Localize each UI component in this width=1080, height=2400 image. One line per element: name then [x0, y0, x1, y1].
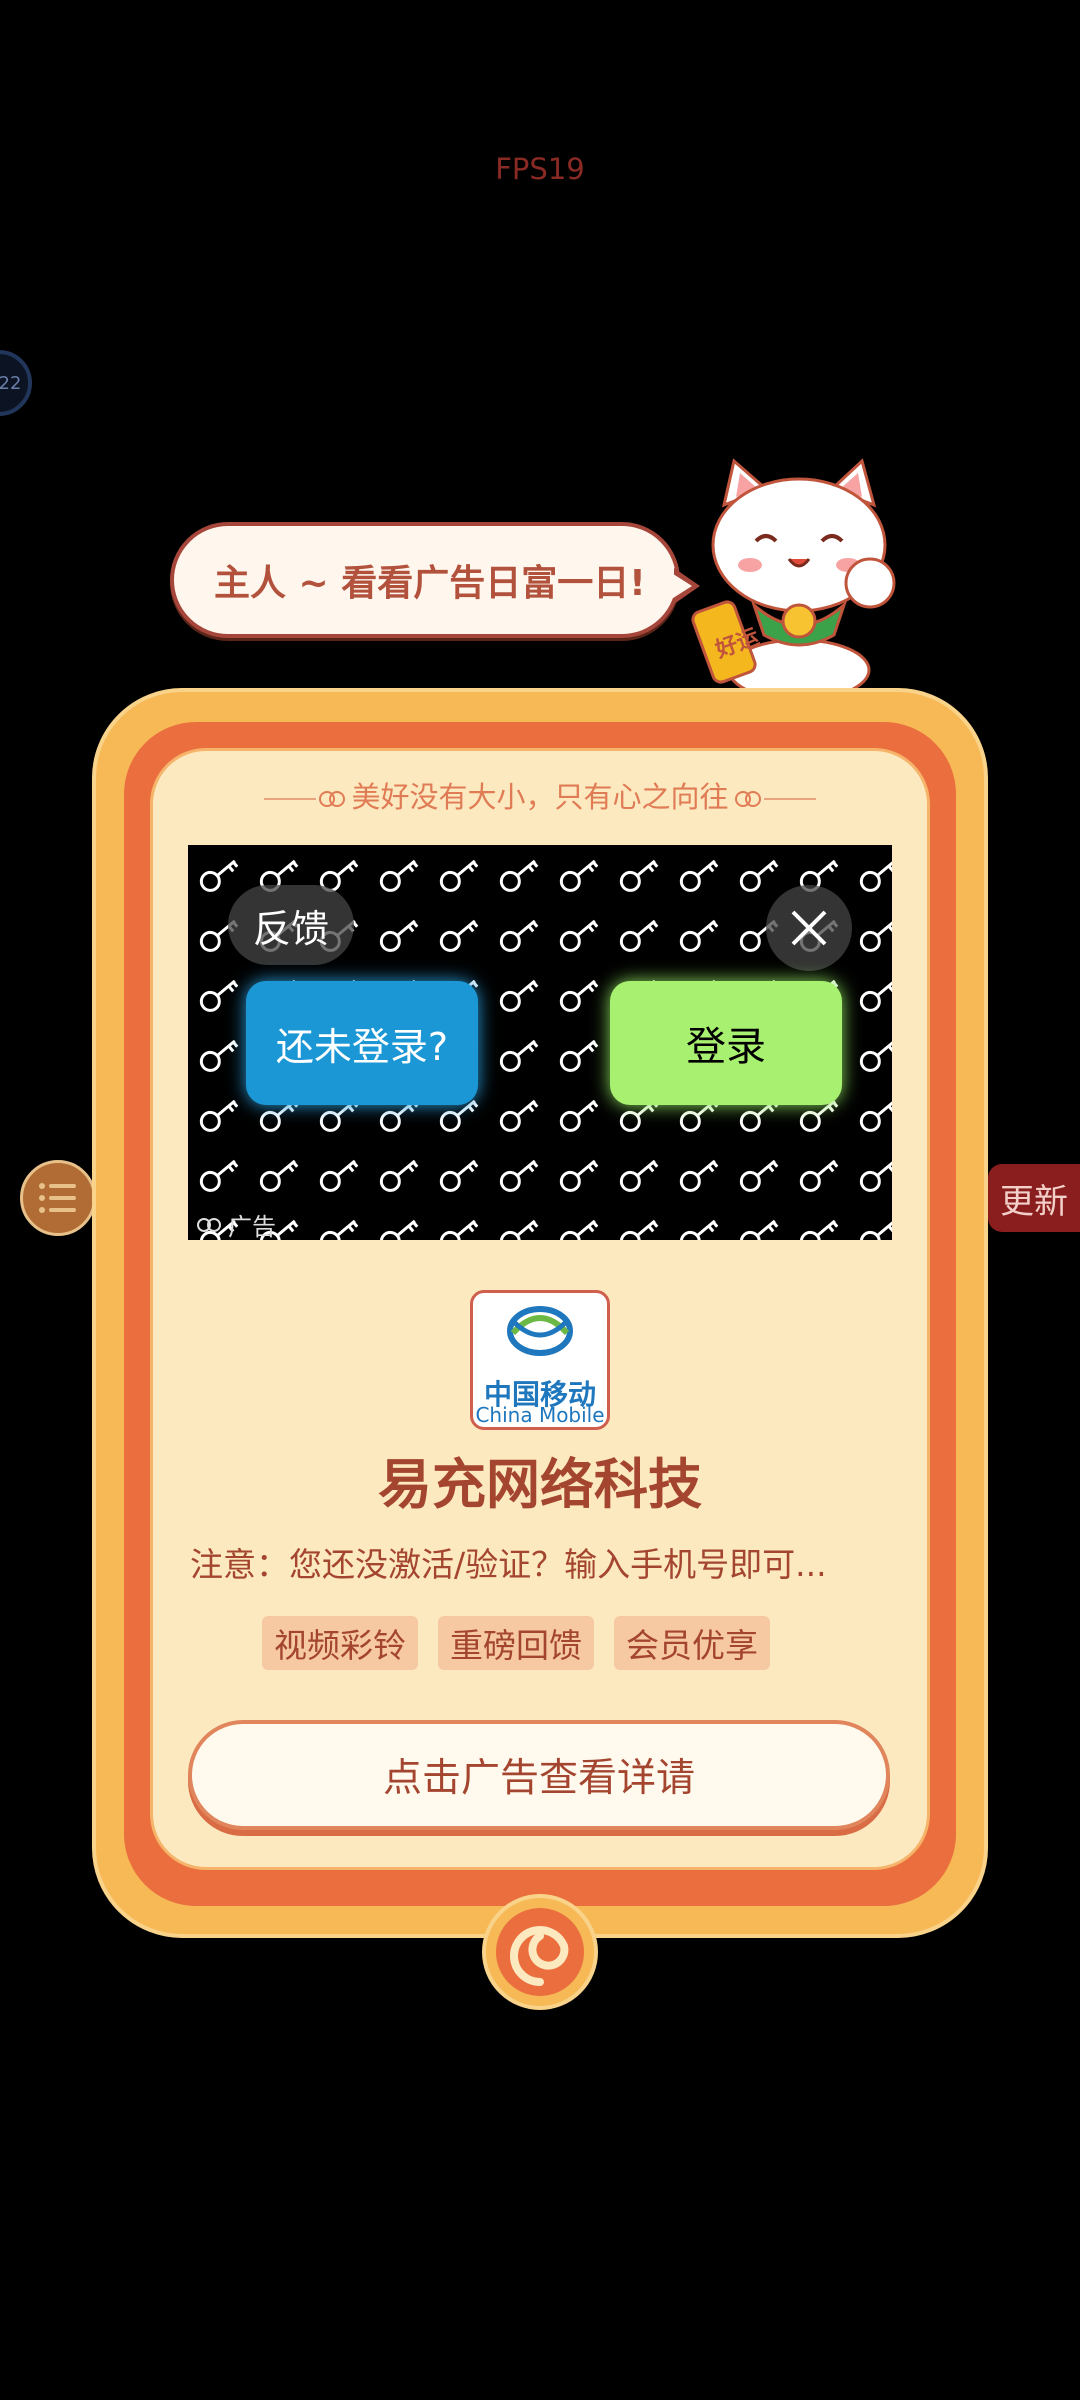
not-logged-in-button[interactable]: 还未登录? — [246, 981, 478, 1105]
advertiser-name: 易充网络科技 — [378, 1453, 702, 1516]
ad-notice-text: 注意：您还没激活/验证？输入手机号即可... — [190, 1545, 827, 1584]
china-mobile-logo-icon — [507, 1306, 573, 1356]
speech-bubble-text: 主人 ~ 看看广告日富一日! — [214, 563, 646, 604]
close-icon — [791, 910, 827, 946]
update-button[interactable]: 更新 — [988, 1164, 1080, 1232]
advertiser-logo[interactable]: 中国移动 China Mobile — [470, 1290, 610, 1430]
ad-label-text: 广告 — [228, 1213, 276, 1240]
ad-tag-item: 重磅回馈 — [438, 1616, 594, 1670]
ad-tags: 视频彩铃 重磅回馈 会员优享 — [262, 1616, 770, 1670]
ad-tag-item: 视频彩铃 — [262, 1616, 418, 1670]
list-icon — [39, 1183, 76, 1213]
floating-assist-button[interactable]: 22 — [0, 350, 32, 416]
ad-feedback-button[interactable]: 反馈 — [228, 885, 354, 965]
speech-bubble: 主人 ~ 看看广告日富一日! — [170, 522, 680, 638]
ad-close-button[interactable] — [766, 885, 852, 971]
frame-motto: 美好没有大小，只有心之向往 — [150, 774, 930, 816]
floating-assist-label: 22 — [0, 372, 22, 394]
logo-english-text: China Mobile — [475, 1403, 605, 1427]
frame-swirl-ornament — [482, 1894, 598, 2010]
ad-tag-item: 会员优享 — [614, 1616, 770, 1670]
frame-motto-text: 美好没有大小，只有心之向往 — [351, 780, 729, 814]
ad-creative-image[interactable]: 反馈 还未登录? 登录 广告 — [188, 845, 892, 1240]
login-button[interactable]: 登录 — [610, 981, 842, 1105]
ad-label: 广告 — [196, 1207, 276, 1240]
lucky-cat-mascot: 好运 — [691, 458, 896, 695]
fps-counter: FPS19 — [495, 152, 585, 186]
view-ad-details-button[interactable]: 点击广告查看详请 — [188, 1720, 890, 1830]
ad-logo-icon — [197, 1217, 221, 1232]
menu-list-button[interactable] — [20, 1160, 96, 1236]
